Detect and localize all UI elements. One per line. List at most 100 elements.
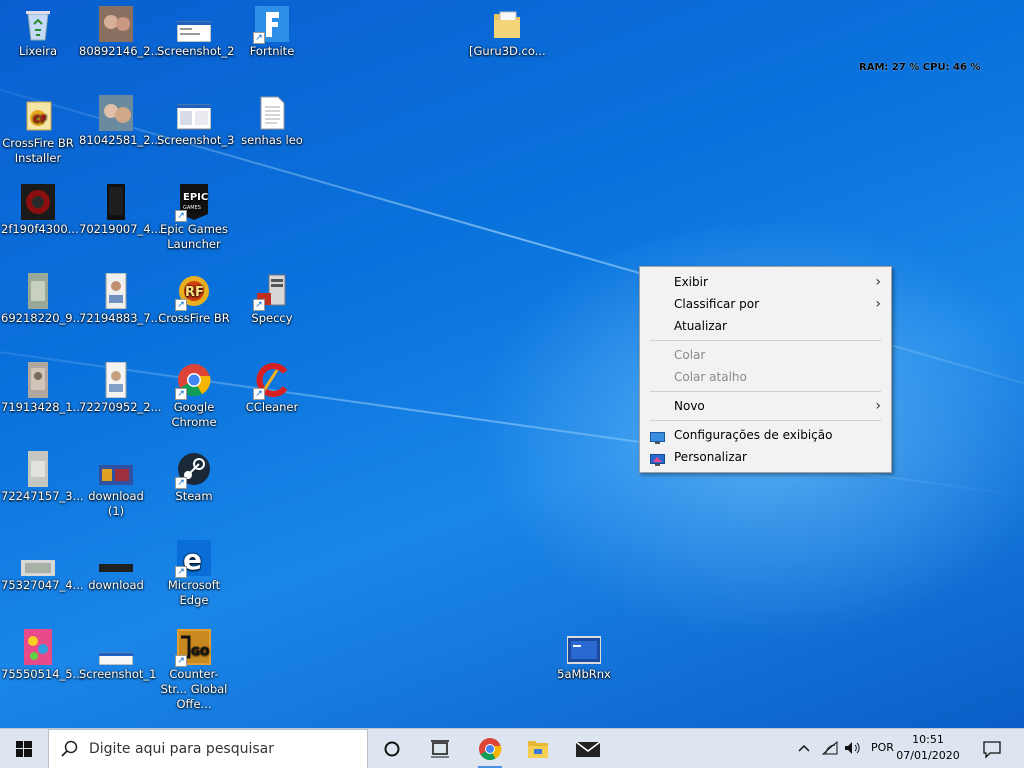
shortcut-arrow-icon: ↗	[253, 32, 265, 44]
desktop-icon-microsoft-edge[interactable]: e ↗ Microsoft Edge	[156, 534, 232, 608]
image-file-icon	[176, 6, 212, 43]
taskbar-search-box[interactable]: Digite aqui para pesquisar	[48, 729, 368, 768]
desktop-icon-screenshot-1[interactable]: Screenshot_1	[78, 623, 156, 682]
desktop-icon-senhas-leo[interactable]: senhas leo	[234, 89, 310, 148]
desktop-icon-71913428[interactable]: 71913428_1...	[0, 356, 84, 415]
taskbar-file-explorer-button[interactable]	[514, 729, 562, 768]
speccy-icon: ↗	[253, 273, 289, 311]
taskbar-chrome-button[interactable]	[466, 729, 514, 768]
menu-item-atualizar[interactable]: Atualizar	[640, 315, 891, 337]
desktop-icon-75327047[interactable]: 75327047_4...	[0, 534, 84, 593]
desktop-icon-guru3d-folder[interactable]: [Guru3D.co...	[468, 0, 546, 59]
svg-text:GO: GO	[191, 645, 209, 658]
search-icon	[61, 740, 78, 757]
desktop-icon-72247157[interactable]: 72247157_3...	[0, 445, 84, 504]
desktop-icon-72270952[interactable]: 72270952_2...	[78, 356, 162, 415]
menu-item-classificar-por[interactable]: Classificar por ›	[640, 293, 891, 315]
fortnite-icon: ↗	[253, 6, 289, 44]
shortcut-arrow-icon: ↗	[175, 388, 187, 400]
mail-icon	[575, 741, 601, 757]
shortcut-arrow-icon: ↗	[253, 388, 265, 400]
ccleaner-icon: ↗	[253, 362, 289, 400]
svg-text:CF: CF	[33, 114, 47, 125]
windows-logo-icon	[16, 741, 32, 757]
cortana-circle-icon	[384, 741, 400, 757]
menu-item-configuracoes-exibicao[interactable]: Configurações de exibição	[640, 424, 891, 446]
folder-icon	[528, 741, 548, 758]
chevron-up-icon[interactable]	[798, 743, 810, 753]
search-placeholder: Digite aqui para pesquisar	[89, 741, 275, 757]
photo-thumbnail-icon	[21, 362, 55, 398]
desktop-icon-5ambrnx[interactable]: 5aMbRnx	[546, 623, 622, 682]
chevron-right-icon: ›	[875, 296, 881, 312]
shortcut-arrow-icon: ↗	[175, 477, 187, 489]
text-file-icon	[255, 95, 289, 131]
clock-time: 10:51	[912, 733, 944, 746]
desktop-icon-screenshot-3[interactable]: Screenshot_3	[156, 89, 234, 148]
cortana-button[interactable]	[368, 729, 416, 768]
menu-item-colar-atalho: Colar atalho	[640, 366, 891, 388]
chrome-icon	[478, 738, 502, 768]
folder-icon	[490, 6, 524, 42]
steam-icon: ↗	[175, 451, 211, 489]
epic-games-icon: EPIC GAMES ↗	[175, 184, 211, 222]
desktop-icon-google-chrome[interactable]: ↗ Google Chrome	[156, 356, 232, 430]
photo-thumbnail-icon	[21, 540, 55, 576]
desktop-icon-crossfire-installer[interactable]: CF CrossFire BR Installer	[0, 92, 76, 166]
desktop-icon-speccy[interactable]: ↗ Speccy	[234, 267, 310, 326]
desktop-icon-70219007[interactable]: 70219007_4...	[78, 178, 162, 237]
taskbar-clock[interactable]: 10:51 07/01/2020	[892, 732, 964, 764]
menu-item-novo[interactable]: Novo ›	[640, 395, 891, 417]
chevron-right-icon: ›	[875, 274, 881, 290]
desktop-icon-csgo[interactable]: GO ↗ Counter-Str... Global Offe...	[156, 623, 232, 712]
desktop-context-menu: Exibir › Classificar por › Atualizar Col…	[639, 266, 892, 473]
menu-item-label: Atualizar	[674, 319, 727, 333]
desktop-icon-download-1[interactable]: download (1)	[78, 445, 154, 519]
photo-thumbnail-icon	[21, 629, 55, 665]
desktop-icon-fortnite[interactable]: ↗ Fortnite	[234, 0, 310, 59]
clock-date: 07/01/2020	[896, 749, 960, 762]
desktop-icon-69218220[interactable]: 69218220_9...	[0, 267, 84, 326]
crossfire-icon: RF ↗	[175, 273, 211, 311]
menu-item-label: Colar	[674, 348, 706, 362]
shortcut-arrow-icon: ↗	[253, 299, 265, 311]
menu-item-personalizar[interactable]: Personalizar	[640, 446, 891, 468]
volume-icon[interactable]	[844, 741, 862, 755]
photo-thumbnail-icon	[99, 6, 133, 42]
task-view-button[interactable]	[416, 729, 464, 768]
crossfire-installer-icon: CF	[21, 98, 55, 134]
ram-cpu-readout: RAM: 27 % CPU: 46 %	[859, 62, 981, 73]
desktop-icon-75550514[interactable]: 75550514_5...	[0, 623, 84, 682]
taskbar: Digite aqui para pesquisar POR 10:51 07/…	[0, 728, 1024, 768]
image-file-icon	[99, 540, 133, 576]
notification-center-button[interactable]	[982, 739, 1002, 759]
desktop-icon-lixeira[interactable]: Lixeira	[0, 0, 76, 59]
shortcut-arrow-icon: ↗	[175, 299, 187, 311]
desktop-icon-81042581[interactable]: 81042581_2...	[78, 89, 162, 148]
menu-item-exibir[interactable]: Exibir ›	[640, 271, 891, 293]
desktop-icon-steam[interactable]: ↗ Steam	[156, 445, 232, 504]
personalize-icon	[650, 451, 665, 466]
desktop-icon-download[interactable]: download	[78, 534, 154, 593]
menu-separator	[650, 391, 881, 392]
photo-thumbnail-icon	[99, 361, 133, 399]
network-wifi-icon[interactable]	[822, 741, 838, 755]
photo-thumbnail-icon	[99, 184, 133, 220]
image-file-icon	[98, 629, 134, 666]
shortcut-arrow-icon: ↗	[175, 210, 187, 222]
desktop-icon-crossfire-br[interactable]: RF ↗ CrossFire BR	[156, 267, 232, 326]
language-indicator[interactable]: POR	[871, 741, 894, 754]
desktop-icon-72194883[interactable]: 72194883_7...	[78, 267, 162, 326]
notification-icon	[983, 741, 1001, 759]
menu-item-label: Colar atalho	[674, 370, 747, 384]
menu-separator	[650, 420, 881, 421]
taskbar-mail-button[interactable]	[564, 729, 612, 768]
desktop-icon-80892146[interactable]: 80892146_2...	[78, 0, 162, 59]
photo-thumbnail-icon	[21, 451, 55, 487]
start-button[interactable]	[0, 729, 48, 768]
desktop-icon-2f190f4300[interactable]: 2f190f4300...	[0, 178, 79, 237]
desktop-icon-ccleaner[interactable]: ↗ CCleaner	[234, 356, 310, 415]
desktop-icon-screenshot-2[interactable]: Screenshot_2	[156, 0, 234, 59]
image-file-icon	[99, 451, 133, 487]
desktop-icon-epic-games[interactable]: EPIC GAMES ↗ Epic Games Launcher	[156, 178, 232, 252]
